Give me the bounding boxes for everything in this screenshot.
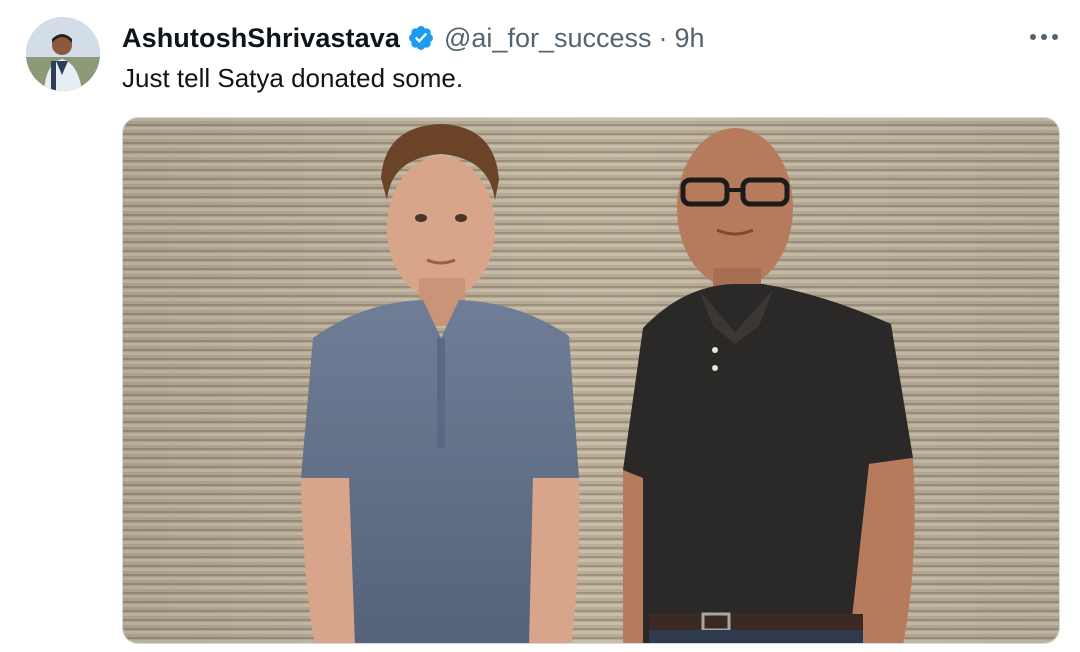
tweet-header: AshutoshShrivastava @ai_for_success · 9h (122, 19, 705, 57)
author-handle[interactable]: @ai_for_success (444, 23, 652, 54)
author-avatar[interactable] (26, 17, 100, 91)
avatar-photo (26, 17, 100, 91)
author-display-name[interactable]: AshutoshShrivastava (122, 23, 400, 54)
photo-image (123, 118, 1059, 643)
more-horizontal-icon (1030, 34, 1058, 40)
tweet-text: Just tell Satya donated some. (122, 63, 464, 93)
tweet-photo[interactable] (122, 117, 1060, 644)
more-options-button[interactable] (1024, 22, 1064, 52)
separator-dot: · (658, 22, 668, 53)
tweet-timestamp[interactable]: 9h (675, 23, 705, 54)
verified-badge-icon (409, 26, 433, 50)
